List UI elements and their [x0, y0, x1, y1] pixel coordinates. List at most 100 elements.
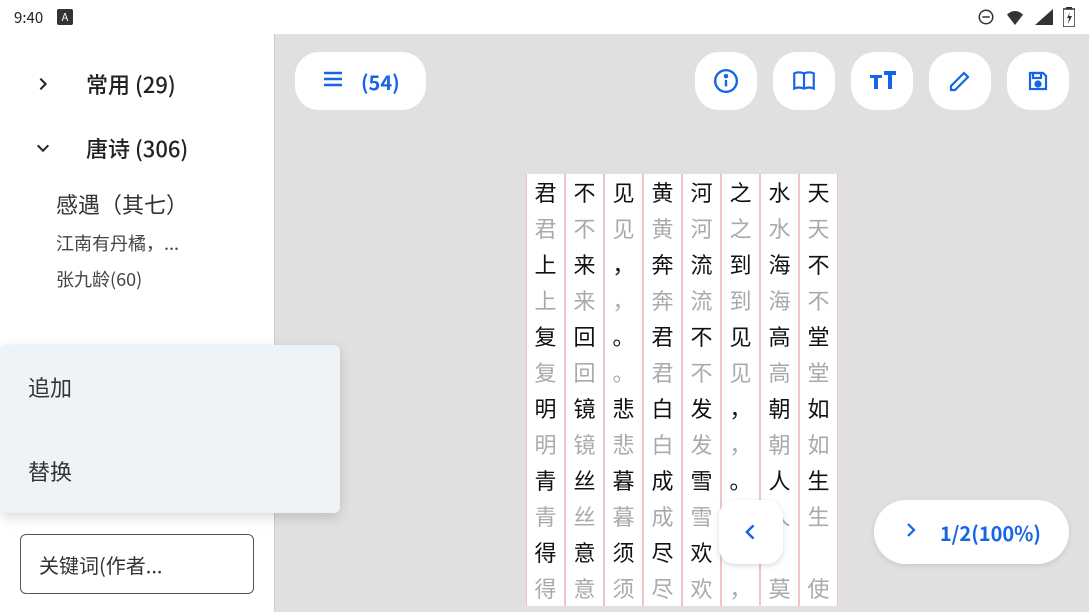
grid-cell[interactable]: 不	[565, 174, 604, 210]
grid-cell[interactable]: 得	[526, 534, 565, 570]
grid-cell[interactable]: 雪	[682, 462, 721, 498]
progress-label: 1/2(100%)	[940, 518, 1041, 547]
grid-cell[interactable]: 奔	[643, 246, 682, 282]
grid-cell-ghost: 流	[682, 282, 721, 318]
grid-cell-ghost: 奔	[643, 282, 682, 318]
grid-cell[interactable]: 复	[526, 318, 565, 354]
grid-cell[interactable]: 意	[565, 534, 604, 570]
chevron-down-icon	[30, 140, 56, 156]
grid-cell-ghost: 得	[526, 570, 565, 606]
grid-cell[interactable]: 河	[682, 174, 721, 210]
context-menu: 追加 替换	[0, 345, 340, 513]
clock: 9:40	[14, 7, 43, 28]
grid-cell[interactable]: 来	[565, 246, 604, 282]
grid-cell[interactable]: 悲	[604, 390, 643, 426]
grid-cell-ghost: 君	[526, 210, 565, 246]
grid-cell[interactable]: 海	[760, 246, 799, 282]
grid-cell[interactable]: 青	[526, 462, 565, 498]
grid-cell[interactable]: 见	[604, 174, 643, 210]
grid-cell[interactable]: 黄	[643, 174, 682, 210]
grid-cell[interactable]: 生	[799, 462, 838, 498]
grid-cell[interactable]	[799, 534, 838, 570]
grid-cell[interactable]: 天	[799, 174, 838, 210]
grid-cell[interactable]: 见	[721, 318, 760, 354]
progress-button[interactable]: 1/2(100%)	[874, 500, 1069, 564]
grid-cell[interactable]: 人	[760, 462, 799, 498]
grid-cell-ghost: 之	[721, 210, 760, 246]
grid-cell-ghost: 水	[760, 210, 799, 246]
menu-item-append[interactable]: 追加	[0, 345, 340, 429]
poem-preview: 江南有丹橘，...	[56, 230, 246, 256]
menu-button[interactable]: (54)	[295, 52, 426, 110]
toolbar: (54)	[275, 34, 1089, 128]
grid-cell[interactable]: 之	[721, 174, 760, 210]
grid-cell-ghost: 白	[643, 426, 682, 462]
grid-cell[interactable]: 。	[604, 318, 643, 354]
grid-cell-ghost: 如	[799, 426, 838, 462]
grid-cell[interactable]: 堂	[799, 318, 838, 354]
grid-cell[interactable]: 。	[721, 462, 760, 498]
grid-cell[interactable]: 高	[760, 318, 799, 354]
category-common[interactable]: 常用 (29)	[0, 52, 274, 116]
menu-icon	[321, 67, 345, 96]
grid-cell-ghost: 君	[643, 354, 682, 390]
grid-cell[interactable]: 暮	[604, 462, 643, 498]
grid-cell-ghost: 悲	[604, 426, 643, 462]
grid-cell-ghost: 河	[682, 210, 721, 246]
grid-cell-ghost: 黄	[643, 210, 682, 246]
menu-item-replace[interactable]: 替换	[0, 429, 340, 513]
prev-page-button[interactable]	[719, 500, 783, 564]
grid-cell-ghost: 天	[799, 210, 838, 246]
grid-cell[interactable]: 到	[721, 246, 760, 282]
grid-cell[interactable]: 须	[604, 534, 643, 570]
battery-icon	[1063, 7, 1075, 27]
grid-cell[interactable]: 流	[682, 246, 721, 282]
poem-list-item[interactable]: 感遇（其七） 江南有丹橘，... 张九龄(60)	[0, 180, 274, 300]
grid-cell[interactable]: 朝	[760, 390, 799, 426]
grid-cell-ghost: 发	[682, 426, 721, 462]
grid-cell-ghost: 海	[760, 282, 799, 318]
grid-cell[interactable]: 回	[565, 318, 604, 354]
grid-cell-ghost: ，	[604, 282, 643, 318]
textsize-button[interactable]	[851, 52, 913, 110]
search-input[interactable]: 关键词(作者...	[20, 534, 254, 594]
grid-cell[interactable]: 君	[526, 174, 565, 210]
signal-icon	[1035, 9, 1053, 25]
category-label: 常用 (29)	[86, 68, 176, 100]
grid-cell-ghost: 须	[604, 570, 643, 606]
grid-cell[interactable]: ，	[604, 246, 643, 282]
grid-cell-ghost: 丝	[565, 498, 604, 534]
grid-cell-ghost: 使	[799, 570, 838, 606]
dnd-icon	[977, 8, 995, 26]
grid-cell-ghost: 镜	[565, 426, 604, 462]
grid-cell-ghost: 来	[565, 282, 604, 318]
category-tangshi[interactable]: 唐诗 (306)	[0, 116, 274, 180]
grid-cell[interactable]: 白	[643, 390, 682, 426]
info-button[interactable]	[695, 52, 757, 110]
grid-cell[interactable]: ，	[721, 390, 760, 426]
grid-cell-ghost: 尽	[643, 570, 682, 606]
grid-cell-ghost: 莫	[760, 570, 799, 606]
save-button[interactable]	[1007, 52, 1069, 110]
grid-cell-ghost: 暮	[604, 498, 643, 534]
book-button[interactable]	[773, 52, 835, 110]
grid-cell[interactable]: 不	[682, 318, 721, 354]
edit-button[interactable]	[929, 52, 991, 110]
grid-cell[interactable]: 如	[799, 390, 838, 426]
grid-cell[interactable]: 不	[799, 246, 838, 282]
grid-cell[interactable]: 成	[643, 462, 682, 498]
grid-cell-ghost: 复	[526, 354, 565, 390]
grid-cell[interactable]: 发	[682, 390, 721, 426]
chevron-right-icon	[30, 76, 56, 92]
grid-cell[interactable]: 丝	[565, 462, 604, 498]
grid-cell[interactable]: 镜	[565, 390, 604, 426]
grid-cell[interactable]: 君	[643, 318, 682, 354]
grid-cell-ghost: 生	[799, 498, 838, 534]
grid-cell[interactable]: 明	[526, 390, 565, 426]
grid-cell[interactable]: 尽	[643, 534, 682, 570]
grid-cell[interactable]: 欢	[682, 534, 721, 570]
grid-cell-ghost: 朝	[760, 426, 799, 462]
search-placeholder: 关键词(作者...	[39, 550, 162, 579]
grid-cell[interactable]: 水	[760, 174, 799, 210]
grid-cell[interactable]: 上	[526, 246, 565, 282]
